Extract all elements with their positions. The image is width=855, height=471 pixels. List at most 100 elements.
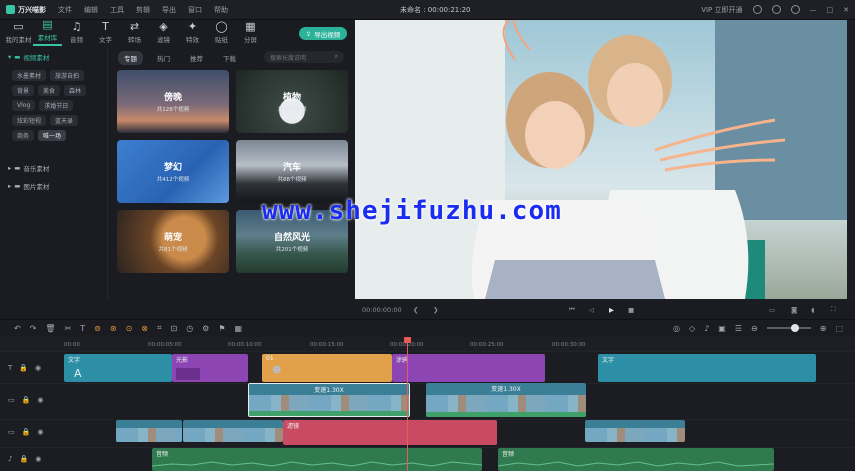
crop-icon[interactable]: ⌗ [157,323,162,333]
zoom-slider[interactable] [766,324,811,332]
clip-broll-3[interactable] [585,420,685,442]
tag-item[interactable]: 水墨素材 [12,70,47,81]
filter-downloaded[interactable]: 下载 [217,51,242,65]
cut-icon[interactable]: ✂ [65,324,72,333]
tool-library[interactable]: ▤ 素材库 [33,19,62,46]
clip-text-2[interactable]: 文字 [598,354,816,382]
tag-item[interactable]: Vlog [12,100,36,111]
filter-topic[interactable]: 专题 [118,51,143,65]
tool-effects[interactable]: ✦ 特效 [178,21,207,46]
tool-filter[interactable]: ◈ 滤镜 [149,21,178,46]
redo-icon[interactable]: ↷ [30,324,37,333]
tool-text[interactable]: T 文字 [91,21,120,46]
sidebar-section-music[interactable]: ▸ ▬ 音乐素材 [0,159,107,177]
library-search-input[interactable]: 搜索长度说明 ⌕ [264,51,344,63]
tag-item[interactable]: 商务 [12,130,35,141]
tool-split[interactable]: ▦ 分屏 [236,21,265,46]
list-icon[interactable]: ☰ [735,324,742,333]
tag-item-selected[interactable]: 唯一场 [38,130,67,141]
filter-recommended[interactable]: 推荐 [184,51,209,65]
speed-icon[interactable]: ⊚ [94,324,101,333]
clip-broll-2[interactable] [183,420,283,442]
tag-item[interactable]: 背景 [12,85,35,96]
adjust-icon[interactable]: ⚙ [202,324,209,333]
export-button[interactable]: ⇪ 导出视频 [299,27,347,40]
clip-audio-2[interactable]: 音频 [498,448,774,471]
menu-export[interactable]: 导出 [162,5,176,15]
maximize-icon[interactable]: □ [827,6,834,14]
tag-item[interactable]: 旅游自拍 [50,70,85,81]
account-icon[interactable] [752,5,762,14]
caption-icon[interactable]: ▦ [235,324,243,333]
undo-icon[interactable]: ↶ [14,324,21,333]
clip-broll-1[interactable] [116,420,182,442]
eye-icon[interactable]: ◉ [35,364,41,372]
zoom-out-icon[interactable]: ⊖ [751,324,758,333]
clip-audio-1[interactable]: 音频 [152,448,482,471]
notification-icon[interactable] [790,5,800,14]
audio-tool-icon[interactable]: ⊙ [126,324,133,333]
tool-transition[interactable]: ⇄ 转场 [120,21,149,46]
duration-icon[interactable]: ◷ [186,324,193,333]
minimize-icon[interactable]: — [810,6,817,14]
playhead[interactable] [404,337,411,471]
zoom-in-icon[interactable]: ⊕ [820,324,827,333]
freeze-icon[interactable]: ⊡ [170,324,177,333]
clip-video-2[interactable]: 变速1.30X [426,383,586,417]
lock-icon[interactable]: 🔒 [19,455,28,463]
color-icon[interactable]: ⊛ [110,324,117,333]
mic-icon[interactable]: ♪ [704,324,709,333]
library-card-plant[interactable]: 植物 共98个视频 [236,70,348,133]
fit-icon[interactable]: ⬚ [835,324,843,333]
vip-button[interactable]: VIP 立即开通 [701,5,742,15]
clip-video-1[interactable]: 变速1.30X [248,383,410,417]
mask-icon[interactable]: ⊗ [141,324,148,333]
sidebar-section-image[interactable]: ▸ ▬ 图片素材 [0,177,107,195]
preview-frame[interactable] [355,20,847,299]
close-icon[interactable]: ✕ [843,6,849,14]
tag-item[interactable]: 美食 [38,85,61,96]
library-card-pet[interactable]: 萌宠 共81个视频 [117,210,229,273]
tag-item[interactable]: 蓝天录 [50,115,79,126]
eye-icon[interactable]: ◉ [37,428,43,436]
render-icon[interactable]: ◎ [673,324,680,333]
tag-item[interactable]: 森林 [64,85,87,96]
clip-filter[interactable]: 滤镜 [283,420,497,445]
menu-clip[interactable]: 剪辑 [136,5,150,15]
delete-icon[interactable]: 🗑 [45,324,55,333]
fullscreen-icon[interactable]: ⛶ [831,305,836,314]
menu-tools[interactable]: 工具 [110,5,124,15]
clip-sticker[interactable]: 01 ☻ [262,354,392,382]
marker-icon[interactable]: ⚑ [218,324,225,333]
lock-icon[interactable]: 🔒 [22,428,31,436]
menu-help[interactable]: 帮助 [214,5,228,15]
tool-my-media[interactable]: ▭ 我的素材 [4,21,33,46]
snapshot-icon[interactable]: ◙ [791,306,797,314]
menu-edit[interactable]: 编辑 [84,5,98,15]
lock-icon[interactable]: 🔒 [19,364,28,372]
timeline-ruler[interactable]: 00:00 00:00:05:00 00:00:10:00 00:00:15:0… [0,337,855,351]
chevron-left-icon[interactable]: ❮ [413,306,418,314]
menu-window[interactable]: 窗口 [188,5,202,15]
library-card-dream[interactable]: 梦幻 共412个视频 [117,140,229,203]
clip-mosaic[interactable]: 涂鸦 [392,354,545,382]
lock-icon[interactable]: 🔒 [22,396,31,404]
tool-audio[interactable]: ♫ 音频 [62,21,91,46]
help-icon[interactable] [771,5,781,14]
split-screen-icon[interactable]: ▣ [718,324,726,333]
chevron-right-icon[interactable]: ❯ [433,306,438,314]
eye-icon[interactable]: ◉ [37,396,43,404]
shield-icon[interactable]: ◇ [689,324,695,333]
tool-sticker[interactable]: ◯ 贴纸 [207,21,236,46]
filter-hot[interactable]: 热门 [151,51,176,65]
play-icon[interactable]: ▶ [609,306,614,314]
menu-file[interactable]: 文件 [58,5,72,15]
tag-item[interactable]: 求婚节日 [39,100,74,111]
text-tool-icon[interactable]: T [80,324,85,333]
monitor-icon[interactable]: ▭ [769,306,775,314]
tag-item[interactable]: 炫彩短视 [12,115,47,126]
library-card-car[interactable]: 汽车 共88个视频 [236,140,348,203]
library-card-dusk[interactable]: 傍晚 共128个视频 [117,70,229,133]
step-back-icon[interactable]: ◁ [589,306,594,314]
rewind-icon[interactable]: ⏮ [569,305,575,314]
